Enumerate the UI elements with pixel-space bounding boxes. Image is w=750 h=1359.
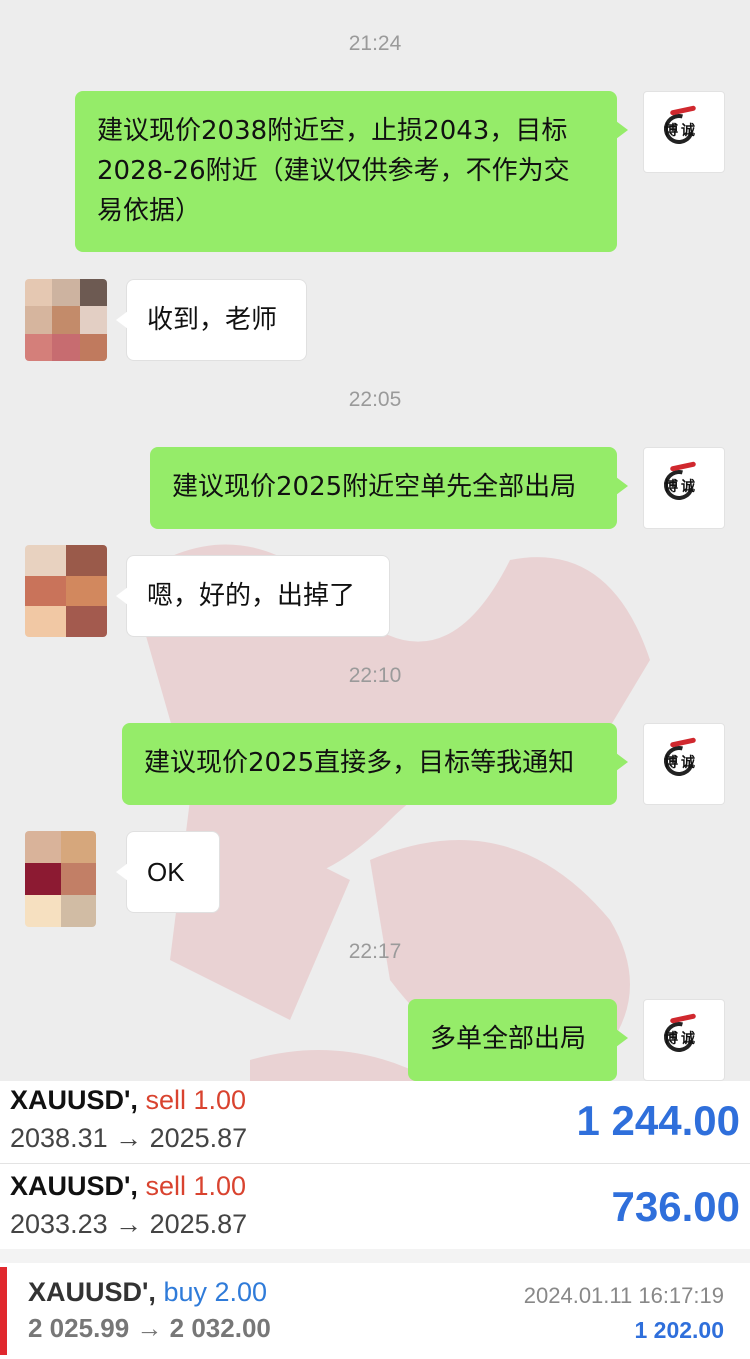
message-text: 多单全部出局: [430, 1024, 587, 1054]
my-avatar[interactable]: 博诚: [643, 723, 725, 805]
message-bubble-outgoing[interactable]: 建议现价2025附近空单先全部出局: [150, 447, 628, 529]
accent-bar: [0, 1267, 7, 1355]
trade-profit: 1 244.00: [576, 1097, 741, 1144]
contact-avatar[interactable]: [25, 279, 107, 361]
my-avatar[interactable]: 博诚: [643, 91, 725, 173]
message-text: 嗯，好的，出掉了: [147, 581, 356, 611]
trade-prices: 2 025.99 → 2 032.00: [28, 1313, 271, 1343]
trade-datetime: 2024.01.11 16:17:19: [523, 1283, 724, 1308]
logo-icon: 博诚: [658, 1013, 708, 1064]
trade-side: sell 1.00: [145, 1171, 247, 1201]
message-bubble-incoming[interactable]: 收到，老师: [116, 279, 307, 361]
divider: [0, 1163, 750, 1164]
trade-row[interactable]: XAUUSD', sell 1.00 2038.31 → 2025.87 1 2…: [0, 1081, 750, 1165]
contact-avatar[interactable]: [25, 831, 96, 927]
message-text: 建议现价2025直接多，目标等我通知: [144, 748, 575, 778]
contact-avatar[interactable]: [25, 545, 107, 637]
trade-symbol: XAUUSD', sell 1.00: [10, 1171, 247, 1201]
message-bubble-incoming[interactable]: 嗯，好的，出掉了: [116, 555, 390, 637]
message-bubble-outgoing[interactable]: 多单全部出局: [408, 999, 628, 1081]
trade-row-highlighted[interactable]: XAUUSD', buy 2.00 2 025.99 → 2 032.00 20…: [0, 1263, 750, 1359]
timestamp: 22:05: [348, 388, 402, 411]
trade-row[interactable]: XAUUSD', sell 1.00 2033.23 → 2025.87 736…: [0, 1167, 750, 1251]
trade-symbol: XAUUSD', sell 1.00: [10, 1085, 247, 1115]
avatar-mosaic: [25, 545, 107, 637]
timestamp: 22:17: [348, 940, 402, 963]
trade-side: buy 2.00: [163, 1277, 268, 1307]
logo-icon: 博诚: [658, 461, 708, 512]
message-text: 建议现价2025附近空单先全部出局: [172, 472, 577, 502]
logo-icon: 博诚: [658, 105, 708, 156]
trade-side: sell 1.00: [145, 1085, 247, 1115]
timestamp: 22:10: [348, 664, 402, 687]
section-gap: [0, 1249, 750, 1263]
message-bubble-incoming[interactable]: OK: [116, 831, 220, 913]
message-text: OK: [147, 857, 185, 887]
chat-area: 21:24 建议现价2038附近空，止损2043，目标2028-26附近（建议仅…: [0, 0, 750, 1081]
my-avatar[interactable]: 博诚: [643, 999, 725, 1081]
avatar-mosaic: [25, 831, 96, 927]
timestamp: 21:24: [348, 32, 402, 55]
trade-prices: 2038.31 → 2025.87: [10, 1123, 248, 1153]
message-text: 建议现价2038附近空，止损2043，目标2028-26附近（建议仅供参考，不作…: [97, 116, 570, 226]
avatar-mosaic: [25, 279, 107, 361]
trade-profit: 736.00: [611, 1183, 740, 1230]
my-avatar[interactable]: 博诚: [643, 447, 725, 529]
trade-prices: 2033.23 → 2025.87: [10, 1209, 248, 1239]
message-bubble-outgoing[interactable]: 建议现价2038附近空，止损2043，目标2028-26附近（建议仅供参考，不作…: [75, 91, 628, 252]
trade-profit: 1 202.00: [634, 1317, 724, 1343]
logo-icon: 博诚: [658, 737, 708, 788]
message-text: 收到，老师: [147, 305, 278, 335]
message-bubble-outgoing[interactable]: 建议现价2025直接多，目标等我通知: [122, 723, 628, 805]
trade-symbol: XAUUSD', buy 2.00: [28, 1277, 268, 1307]
